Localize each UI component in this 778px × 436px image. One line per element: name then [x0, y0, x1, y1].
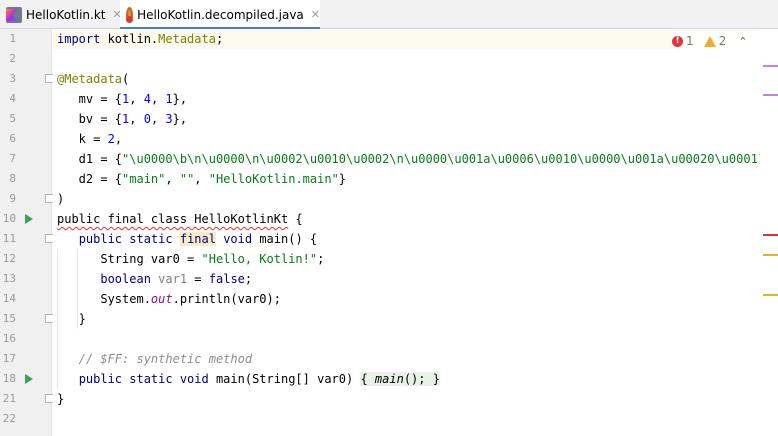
- code-line-3: @Metadata(: [57, 72, 130, 86]
- line-number: 15: [2, 312, 16, 325]
- code-line-14: System.out.println(var0);: [57, 292, 281, 306]
- code-line-9: ): [57, 192, 65, 206]
- line-number: 18: [2, 372, 16, 385]
- code-line-4: mv = {1, 4, 1},: [57, 92, 188, 106]
- close-icon[interactable]: ✕: [311, 8, 320, 21]
- code-line-13: boolean var1 = false;: [100, 272, 253, 286]
- line-number: 14: [2, 292, 16, 305]
- error-stripe[interactable]: [760, 29, 778, 436]
- java-class-icon: [125, 6, 134, 23]
- code-line-7: d1 = {"\u0000\b\n\u0000\n\u0002\u0010\u0…: [57, 152, 760, 166]
- warning-marker[interactable]: [763, 254, 778, 256]
- warning-marker[interactable]: [763, 294, 778, 296]
- tab-hellokotlin-decompiled-java[interactable]: HelloKotlin.decompiled.java ✕: [120, 0, 320, 30]
- code-line-8: d2 = {"main", "", "HelloKotlin.main"}: [57, 172, 347, 186]
- line-number: 3: [9, 72, 16, 85]
- code-line-21: }: [57, 392, 65, 406]
- code-line-6: k = 2,: [57, 132, 123, 146]
- code-line-17: // $FF: synthetic method: [57, 352, 253, 366]
- line-number: 9: [9, 192, 16, 205]
- line-number: 4: [9, 92, 16, 105]
- line-number: 22: [2, 412, 16, 425]
- inspection-widget[interactable]: ! 1 2 ⌃ ⌄: [672, 31, 769, 51]
- warning-count: 2: [718, 34, 727, 48]
- tab-hellokotlin-kt[interactable]: HelloKotlin.kt ✕: [6, 0, 122, 29]
- line-number: 13: [2, 272, 16, 285]
- warning-icon: [703, 35, 716, 47]
- previous-highlight-button[interactable]: ⌃: [738, 35, 747, 48]
- tab-label: HelloKotlin.kt: [26, 7, 106, 22]
- line-number: 16: [2, 332, 16, 345]
- line-number: 11: [2, 232, 16, 245]
- line-number: 5: [9, 112, 16, 125]
- code-editor[interactable]: import kotlin.Metadata; @Metadata( mv = …: [53, 29, 760, 436]
- line-number: 12: [2, 252, 16, 265]
- run-class-icon[interactable]: [25, 214, 33, 224]
- info-marker[interactable]: [763, 65, 778, 67]
- line-number: 8: [9, 172, 16, 185]
- line-number: 2: [9, 52, 16, 65]
- code-line-11: public static final void main() {: [78, 232, 318, 246]
- error-marker[interactable]: [763, 234, 778, 236]
- line-number: 7: [9, 152, 16, 165]
- error-count: 1: [686, 34, 694, 48]
- line-number: 17: [2, 352, 16, 365]
- editor-tab-bar: HelloKotlin.kt ✕ HelloKotlin.decompiled.…: [0, 0, 778, 30]
- code-line-12: String var0 = "Hello, Kotlin!";: [57, 252, 325, 266]
- run-main-icon[interactable]: [25, 374, 33, 384]
- code-line-10: public final class HelloKotlinKt {: [57, 212, 303, 226]
- code-line-5: bv = {1, 0, 3},: [57, 112, 188, 126]
- error-icon: !: [672, 35, 683, 47]
- line-number: 21: [2, 392, 16, 405]
- info-marker[interactable]: [763, 94, 778, 96]
- tab-label: HelloKotlin.decompiled.java: [137, 7, 304, 22]
- code-line-15: }: [57, 312, 86, 326]
- code-line-1: import kotlin.Metadata;: [57, 32, 224, 46]
- editor-gutter[interactable]: 1 2 3 4 5 6 7 8 9 10 11 12 13 14 15 16 1…: [0, 29, 54, 436]
- code-line-18: public static void main(String[] var0) {…: [78, 372, 440, 386]
- line-number: 6: [9, 132, 16, 145]
- line-number: 1: [9, 32, 16, 45]
- kotlin-file-icon: [6, 6, 22, 23]
- line-number: 10: [2, 212, 16, 225]
